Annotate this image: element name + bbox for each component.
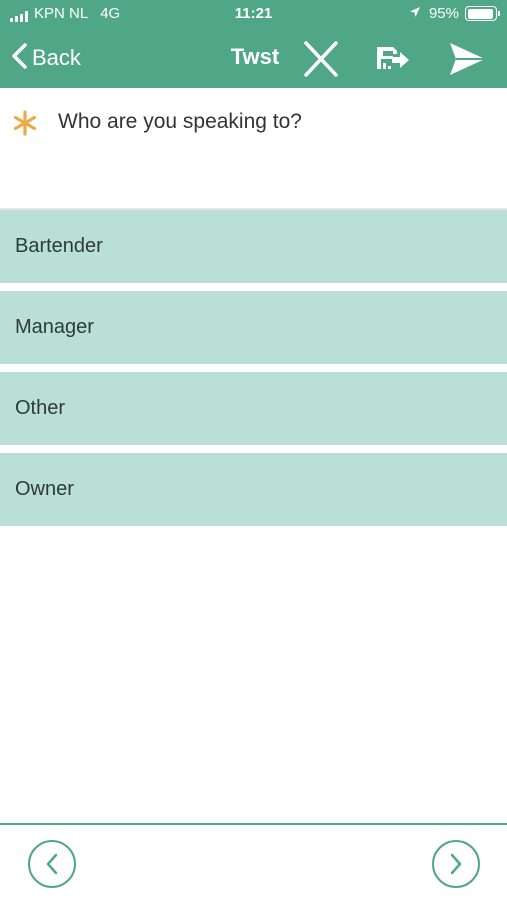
status-right: 95% bbox=[409, 4, 500, 22]
page-title: Twst bbox=[230, 44, 280, 69]
option-manager[interactable]: Manager bbox=[0, 291, 507, 364]
chevron-left-icon bbox=[46, 853, 58, 875]
option-label: Manager bbox=[15, 316, 94, 338]
battery-percent: 95% bbox=[428, 4, 459, 22]
nav-bar: Back Twst bbox=[0, 30, 507, 88]
back-label: Back bbox=[32, 45, 81, 70]
close-button[interactable] bbox=[301, 40, 341, 78]
chevron-right-icon bbox=[450, 853, 462, 875]
close-icon bbox=[304, 41, 338, 77]
save-button[interactable] bbox=[373, 40, 413, 78]
battery-fill bbox=[467, 8, 494, 19]
app-header: KPN NL 4G 11:21 95% Back Twst bbox=[0, 0, 507, 88]
option-label: Bartender bbox=[15, 235, 103, 257]
option-other[interactable]: Other bbox=[0, 372, 507, 445]
next-button[interactable] bbox=[432, 840, 480, 888]
location-arrow-icon bbox=[409, 5, 421, 22]
send-icon bbox=[450, 43, 485, 75]
option-label: Owner bbox=[15, 478, 74, 500]
footer-divider bbox=[0, 823, 507, 825]
battery-icon bbox=[465, 6, 500, 21]
chevron-left-icon bbox=[10, 42, 28, 75]
option-label: Other bbox=[15, 397, 66, 419]
previous-button[interactable] bbox=[28, 840, 76, 888]
asterisk-icon bbox=[12, 110, 38, 141]
back-button[interactable]: Back bbox=[10, 41, 81, 75]
save-icon bbox=[377, 47, 409, 69]
question-block: Who are you speaking to? bbox=[0, 88, 507, 208]
status-bar: KPN NL 4G 11:21 95% bbox=[0, 0, 507, 30]
question-text: Who are you speaking to? bbox=[58, 110, 302, 133]
send-button[interactable] bbox=[447, 40, 487, 78]
option-bartender[interactable]: Bartender bbox=[0, 210, 507, 283]
answer-options: Bartender Manager Other Owner bbox=[0, 210, 507, 534]
option-owner[interactable]: Owner bbox=[0, 453, 507, 526]
